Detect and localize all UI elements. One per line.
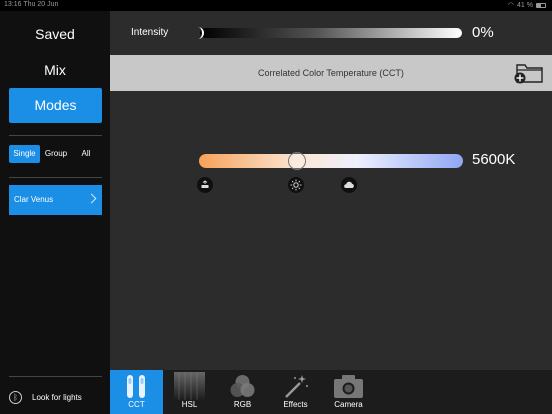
sidebar-divider (9, 135, 102, 136)
wifi-icon: ◠ (507, 2, 515, 9)
tab-label: HSL (181, 400, 198, 409)
sun-icon[interactable] (288, 177, 304, 193)
device-name: Clar Venus (14, 195, 54, 204)
bottom-tab-bar: CCT HSL RGB Effects Camera (110, 370, 552, 414)
intensity-label: Intensity (131, 27, 169, 38)
saved-button[interactable]: Saved (0, 26, 110, 42)
magic-wand-icon (285, 375, 308, 398)
segment-all[interactable]: All (76, 145, 96, 163)
tab-camera[interactable]: Camera (322, 370, 375, 414)
cct-header: Correlated Color Temperature (CCT) (110, 55, 552, 91)
battery-icon (536, 2, 546, 8)
cct-slider[interactable] (199, 154, 463, 168)
bluetooth-icon: ᛒ (9, 391, 22, 404)
cct-slider-thumb[interactable] (287, 152, 306, 170)
add-folder-icon[interactable] (514, 62, 544, 84)
status-right: ◠ 41 % (508, 1, 546, 9)
look-for-lights-label: Look for lights (32, 393, 82, 402)
status-time: 13:16 Thu 20 Jun (4, 1, 59, 8)
tab-label: CCT (128, 400, 145, 409)
cct-tubes-icon (127, 375, 145, 398)
cct-value: 5600K (472, 151, 516, 168)
sidebar-divider (9, 376, 102, 377)
tab-effects[interactable]: Effects (269, 370, 322, 414)
intensity-slider[interactable] (200, 28, 462, 38)
sidebar: Saved Mix Modes Single Group All Clar Ve… (0, 11, 110, 414)
tungsten-icon[interactable] (197, 177, 213, 193)
device-list-item[interactable]: Clar Venus (9, 185, 102, 215)
segment-group[interactable]: Group (42, 145, 70, 163)
cloud-icon[interactable] (341, 177, 357, 193)
cct-title: Correlated Color Temperature (CCT) (258, 68, 404, 78)
status-bar: 13:16 Thu 20 Jun ◠ 41 % (0, 0, 552, 11)
tab-label: Camera (334, 400, 363, 409)
main-panel: Intensity 0% Correlated Color Temperatur… (110, 11, 552, 370)
tab-hsl[interactable]: HSL (163, 370, 216, 414)
tab-rgb[interactable]: RGB (216, 370, 269, 414)
mix-button[interactable]: Mix (0, 62, 110, 78)
sidebar-divider (9, 177, 102, 178)
rgb-circles-icon (230, 375, 255, 397)
tab-label: Effects (283, 400, 308, 409)
intensity-value: 0% (472, 24, 494, 41)
camera-icon (334, 375, 363, 398)
chevron-right-icon (86, 193, 97, 204)
tab-label: RGB (233, 400, 252, 409)
segment-single[interactable]: Single (9, 145, 40, 163)
hsl-gradient-icon (174, 372, 205, 400)
modes-button[interactable]: Modes (9, 88, 102, 123)
look-for-lights-button[interactable]: ᛒ Look for lights (9, 391, 82, 404)
tab-cct[interactable]: CCT (110, 370, 163, 414)
battery-percent: 41 % (517, 1, 533, 9)
